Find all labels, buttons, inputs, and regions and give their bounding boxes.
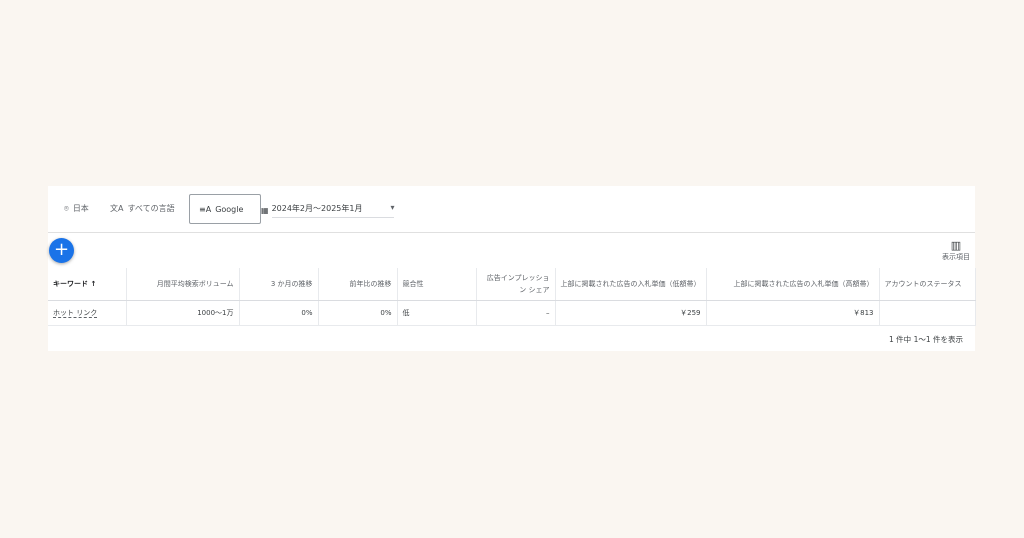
keyword-cell[interactable]: ホット リンク (53, 308, 98, 318)
date-range-filter[interactable]: ▦ 2024年2月～2025年1月 ▾ (261, 203, 395, 218)
table-header-row: キーワード ↑ 月間平均検索ボリューム 3 か月の推移 前年比の推移 競合性 広… (48, 268, 976, 301)
translate-icon: 文A (110, 204, 124, 213)
competition-cell: 低 (397, 300, 477, 326)
search-network-icon: ≡A (199, 204, 212, 214)
3month-cell: 0% (239, 300, 319, 326)
status-cell (879, 300, 976, 326)
columns-icon: ▥ (950, 239, 962, 252)
calendar-icon: ▦ (261, 206, 269, 215)
header-bid-high[interactable]: 上部に掲載された広告の入札単価（高額帯） (706, 268, 880, 301)
columns-button[interactable]: ▥ 表示項目 (942, 239, 970, 262)
header-monthly-volume[interactable]: 月間平均検索ボリューム (126, 268, 240, 301)
network-filter[interactable]: ≡A Google (189, 194, 261, 224)
language-label: すべての言語 (127, 204, 175, 213)
volume-cell: 1000～1万 (126, 300, 240, 326)
pagination-text: 1 件中 1～1 件を表示 (889, 335, 963, 344)
impression-share-cell: – (476, 300, 556, 326)
date-range-label: 2024年2月～2025年1月 (271, 204, 363, 213)
bid-high-cell: ￥813 (706, 300, 880, 326)
header-3month-trend[interactable]: 3 か月の推移 (239, 268, 319, 301)
sort-arrow-icon: ↑ (90, 279, 97, 288)
language-filter[interactable]: 文A すべての言語 (110, 203, 175, 214)
table-row: ホット リンク 1000～1万 0% 0% 低 – ￥259 ￥813 (48, 300, 976, 326)
header-impression-share[interactable]: 広告インプレッション シェア (476, 268, 556, 301)
yoy-cell: 0% (318, 300, 398, 326)
keyword-card: ⌾ 日本 文A すべての言語 ≡A Google ▦ 2024年2月～2025年1月 ▾ … (48, 186, 976, 351)
location-pin-icon: ⌾ (64, 203, 69, 213)
location-label: 日本 (72, 204, 89, 213)
columns-label: 表示項目 (942, 253, 970, 261)
network-label: Google (215, 204, 244, 214)
keyword-table: キーワード ↑ 月間平均検索ボリューム 3 か月の推移 前年比の推移 競合性 広… (48, 268, 976, 326)
header-competition[interactable]: 競合性 (397, 268, 477, 301)
header-keyword[interactable]: キーワード ↑ (48, 268, 127, 301)
header-yoy-trend[interactable]: 前年比の推移 (318, 268, 398, 301)
location-filter[interactable]: ⌾ 日本 (64, 203, 89, 214)
header-account-status[interactable]: アカウントのステータス (879, 268, 976, 301)
header-bid-low[interactable]: 上部に掲載された広告の入札単価（低額帯） (555, 268, 707, 301)
filter-bar: ⌾ 日本 文A すべての言語 ≡A Google ▦ 2024年2月～2025年1月 ▾ (48, 186, 975, 233)
add-keyword-button[interactable]: + (49, 238, 74, 263)
bid-low-cell: ￥259 (555, 300, 707, 326)
dropdown-arrow-icon: ▾ (390, 203, 395, 212)
